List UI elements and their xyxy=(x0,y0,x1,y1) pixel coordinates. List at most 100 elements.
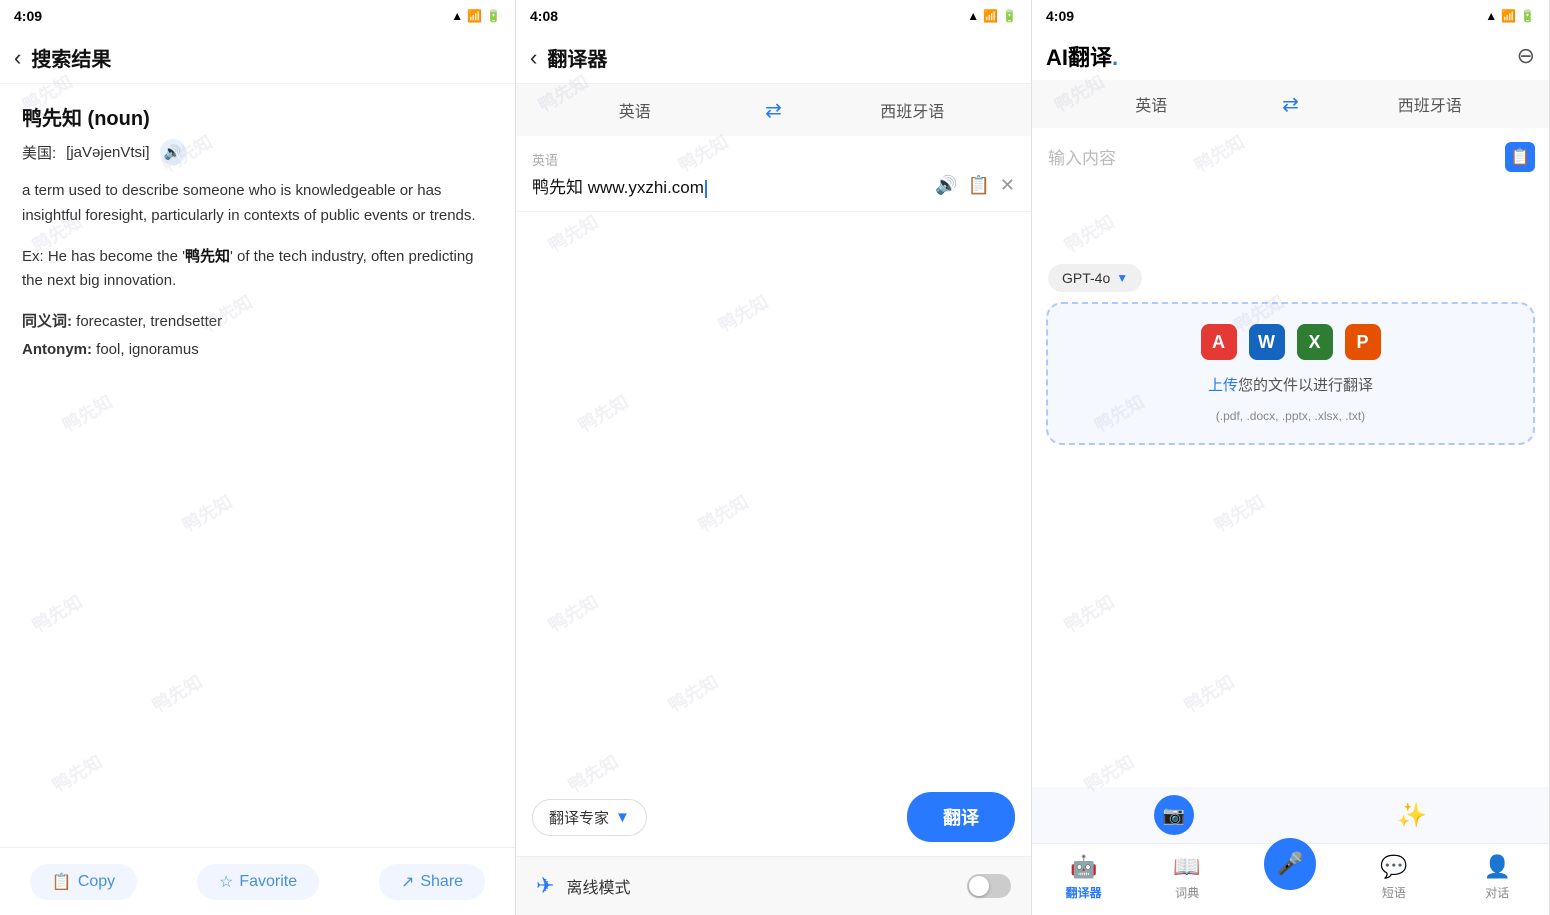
magic-star-button[interactable]: ✨ xyxy=(1397,801,1427,830)
speaker-icon[interactable]: 🔊 xyxy=(935,175,957,196)
panel-search-results: 鸭先知 鸭先知 鸭先知 鸭先知 鸭先知 鸭先知 鸭先知 鸭先知 鸭先知 4:09… xyxy=(0,0,516,915)
toggle-knob xyxy=(969,876,989,896)
translator-tab-label: 翻译器 xyxy=(1066,884,1102,901)
wifi-icon-2: ▲ xyxy=(967,9,979,23)
ai-language-selector: 英语 ⇄ 西班牙语 xyxy=(1032,80,1549,128)
translate-button[interactable]: 翻译 xyxy=(907,792,1015,842)
word-icon: W xyxy=(1249,324,1285,360)
ai-target-language-btn[interactable]: 西班牙语 xyxy=(1311,82,1550,126)
signal-icon: 📶 xyxy=(467,9,482,23)
dictionary-tab-label: 词典 xyxy=(1175,884,1199,901)
upload-formats-text: (.pdf, .docx, .pptx, .xlsx, .txt) xyxy=(1216,409,1365,423)
phonetic-row: 美国: [jaVəjenVtsi] 🔊 xyxy=(22,139,493,165)
paste-button[interactable]: 📋 xyxy=(1505,142,1535,172)
expert-label: 翻译专家 xyxy=(549,807,609,828)
status-bar: 4:09 ▲ 📶 🔋 xyxy=(0,0,515,32)
phonetic-text: [jaVəjenVtsi] xyxy=(66,144,149,161)
watermark-text: 鸭先知 xyxy=(1059,588,1119,638)
ai-title-text: AI翻译 xyxy=(1046,45,1112,70)
offline-mode-row: ✈ 离线模式 xyxy=(516,856,1031,915)
panel-ai-translate: 鸭先知 鸭先知 鸭先知 鸭先知 鸭先知 鸭先知 鸭先知 鸭先知 鸭先知 4:09… xyxy=(1032,0,1550,915)
panel-translator: 鸭先知 鸭先知 鸭先知 鸭先知 鸭先知 鸭先知 鸭先知 鸭先知 鸭先知 4:08… xyxy=(516,0,1032,915)
upload-text: 上传您的文件以进行翻译 xyxy=(1208,374,1373,395)
back-button-2[interactable]: ‹ xyxy=(530,45,537,71)
page-title: 搜索结果 xyxy=(31,43,111,72)
file-type-icons: A W X P xyxy=(1201,324,1381,360)
phonetic-label: 美国: xyxy=(22,142,56,163)
offline-label: 离线模式 xyxy=(566,874,955,898)
ai-input-area[interactable]: 输入内容 📋 xyxy=(1032,128,1549,258)
example-word: 鸭先知 xyxy=(185,248,230,265)
copy-label: Copy xyxy=(78,873,115,891)
sound-button[interactable]: 🔊 xyxy=(160,139,186,165)
page-title-2: 翻译器 xyxy=(547,43,607,72)
file-upload-area[interactable]: A W X P 上传您的文件以进行翻译 (.pdf, .docx, .pptx,… xyxy=(1046,302,1535,445)
airplane-icon: ✈ xyxy=(536,873,554,899)
text-cursor xyxy=(705,180,707,198)
search-result-content: 鸭先知 (noun) 美国: [jaVəjenVtsi] 🔊 a term us… xyxy=(0,84,515,847)
status-icons-3: ▲ 📶 🔋 xyxy=(1485,9,1535,23)
input-row: 鸭先知 www.yxzhi.com 🔊 📋 ✕ xyxy=(532,175,1015,201)
share-button[interactable]: ↗ Share xyxy=(379,864,485,900)
input-content: 鸭先知 www.yxzhi.com xyxy=(532,178,704,197)
nav-bar-2: ‹ 翻译器 xyxy=(516,32,1031,84)
model-dropdown-icon: ▼ xyxy=(1116,271,1128,285)
antonym-label: Antonym: xyxy=(22,341,92,358)
favorite-label: Favorite xyxy=(239,873,297,891)
antonym-row: Antonym: fool, ignoramus xyxy=(22,341,493,358)
phrases-tab-label: 短语 xyxy=(1382,884,1406,901)
expert-button[interactable]: 翻译专家 ▼ xyxy=(532,799,647,836)
model-selector-row: GPT-4o ▼ xyxy=(1032,258,1549,302)
offline-toggle[interactable] xyxy=(967,874,1011,898)
camera-button[interactable]: 📷 xyxy=(1154,795,1194,835)
copy-icon[interactable]: 📋 xyxy=(967,175,989,196)
tab-phrases[interactable]: 💬 短语 xyxy=(1364,854,1424,901)
example-text: Ex: He has become the '鸭先知' of the tech … xyxy=(22,245,493,295)
tab-bar: 🤖 翻译器 📖 词典 🎤 💬 短语 👤 对话 xyxy=(1032,843,1549,915)
ai-source-language-btn[interactable]: 英语 xyxy=(1032,82,1271,126)
status-time-3: 4:09 xyxy=(1046,8,1074,24)
title-dot: . xyxy=(1112,45,1118,70)
clear-icon[interactable]: ✕ xyxy=(1000,175,1015,196)
tab-mic[interactable]: 🎤 xyxy=(1260,846,1320,890)
excel-icon: X xyxy=(1297,324,1333,360)
upload-text-mid: 您的文件以进行翻译 xyxy=(1238,377,1373,394)
input-language-label: 英语 xyxy=(532,150,1015,169)
conversation-tab-icon: 👤 xyxy=(1484,854,1511,880)
phrases-tab-icon: 💬 xyxy=(1380,854,1407,880)
synonyms-row: 同义词: forecaster, trendsetter xyxy=(22,310,493,331)
model-selector-button[interactable]: GPT-4o ▼ xyxy=(1048,264,1142,292)
swap-languages-button[interactable]: ⇄ xyxy=(754,98,794,123)
nav-bar: ‹ 搜索结果 xyxy=(0,32,515,84)
tab-translator[interactable]: 🤖 翻译器 xyxy=(1054,854,1114,901)
tab-dictionary[interactable]: 📖 词典 xyxy=(1157,854,1217,901)
ppt-icon: P xyxy=(1345,324,1381,360)
tools-row: 📷 ✨ xyxy=(1032,787,1549,843)
synonyms-values: forecaster, trendsetter xyxy=(76,313,222,330)
back-button[interactable]: ‹ xyxy=(14,45,21,71)
share-icon: ↗ xyxy=(401,872,414,892)
watermark-text: 鸭先知 xyxy=(1179,668,1239,718)
ai-swap-languages-button[interactable]: ⇄ xyxy=(1271,92,1311,117)
synonyms-label: 同义词: xyxy=(22,313,72,330)
input-area: 英语 鸭先知 www.yxzhi.com 🔊 📋 ✕ xyxy=(516,136,1031,212)
chevron-down-icon: ▼ xyxy=(615,809,630,826)
copy-button[interactable]: 📋 Copy xyxy=(30,864,137,900)
tab-conversation[interactable]: 👤 对话 xyxy=(1467,854,1527,901)
upload-link-text[interactable]: 上传 xyxy=(1208,377,1238,394)
ai-page-title: AI翻译. xyxy=(1046,40,1118,72)
signal-icon-2: 📶 xyxy=(983,9,998,23)
source-language-btn[interactable]: 英语 xyxy=(516,88,754,132)
signal-icon-3: 📶 xyxy=(1501,9,1516,23)
model-name: GPT-4o xyxy=(1062,270,1110,286)
favorite-button[interactable]: ☆ Favorite xyxy=(197,864,319,900)
close-button[interactable]: ⊖ xyxy=(1517,43,1535,69)
language-selector: 英语 ⇄ 西班牙语 xyxy=(516,84,1031,136)
ai-input-placeholder: 输入内容 xyxy=(1048,144,1533,169)
mic-button[interactable]: 🎤 xyxy=(1264,838,1316,890)
target-language-btn[interactable]: 西班牙语 xyxy=(794,88,1032,132)
antonym-values: fool, ignoramus xyxy=(96,341,199,358)
watermark-text: 鸭先知 xyxy=(1209,488,1269,538)
status-time: 4:09 xyxy=(14,8,42,24)
translation-input[interactable]: 鸭先知 www.yxzhi.com xyxy=(532,175,927,201)
